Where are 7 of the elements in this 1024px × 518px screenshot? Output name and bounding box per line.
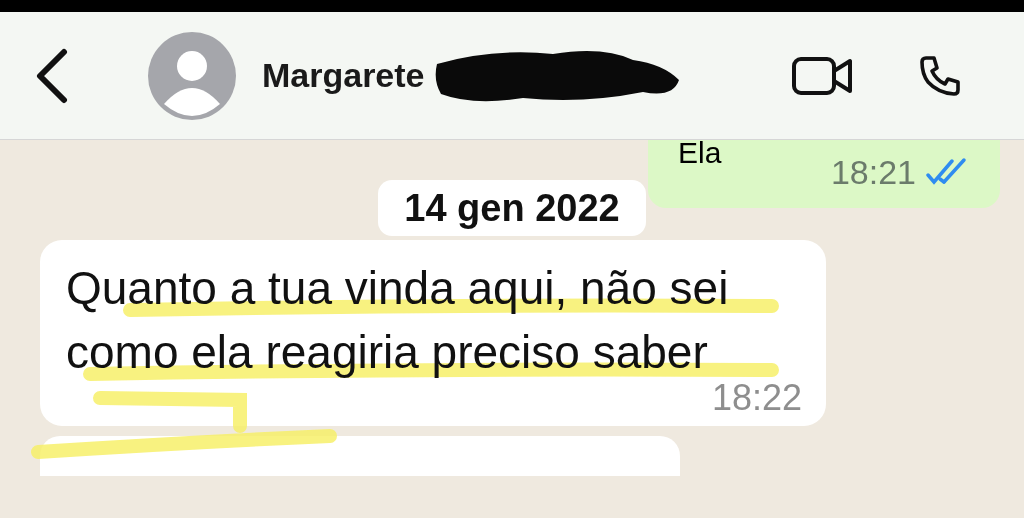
message-text: Quanto a tua vinda aqui, não sei como ela reagiria preciso saber xyxy=(66,261,730,380)
date-chip: 14 gen 2022 xyxy=(378,180,646,236)
message-time: 18:21 xyxy=(830,152,916,192)
message-time: 18:22 xyxy=(711,378,802,418)
message-text: Ela xyxy=(678,140,722,168)
video-call-icon[interactable] xyxy=(792,54,854,97)
contact-name[interactable]: Margarete xyxy=(262,50,425,101)
